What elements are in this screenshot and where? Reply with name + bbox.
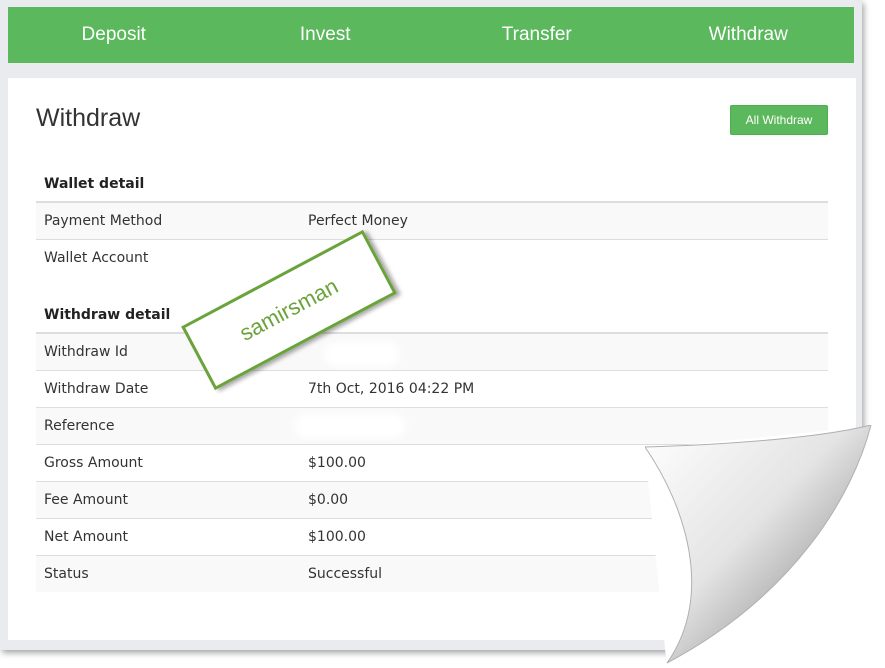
payment-method-label: Payment Method [36,201,300,240]
wallet-account-label: Wallet Account [36,239,300,276]
fee-amount-label: Fee Amount [36,481,300,519]
table-row: Fee Amount $0.00 [36,481,828,519]
table-row: Net Amount $100.00 [36,518,828,556]
withdraw-detail-table: Withdraw Id Withdraw Date 7th Oct, 2016 … [36,332,828,592]
table-row: Wallet Account [36,239,828,276]
net-amount-value: $100.00 [300,518,828,556]
wallet-detail-heading: Wallet detail [44,176,145,192]
table-row: Withdraw Id [36,332,828,371]
nav-item-invest[interactable]: Invest [220,24,432,46]
table-row: Reference [36,407,828,445]
status-label: Status [36,555,300,592]
redacted-withdraw-id [330,348,394,360]
payment-method-value: Perfect Money [300,201,828,240]
page-sheet: Deposit Invest Transfer Withdraw Withdra… [0,0,862,650]
table-row: Payment Method Perfect Money [36,201,828,240]
nav-item-deposit[interactable]: Deposit [8,24,220,46]
net-amount-label: Net Amount [36,518,300,556]
all-withdraw-button[interactable]: All Withdraw [730,105,828,135]
table-row: Gross Amount $100.00 [36,444,828,482]
nav-item-withdraw[interactable]: Withdraw [643,24,855,46]
reference-label: Reference [36,407,300,445]
nav-item-transfer[interactable]: Transfer [431,24,643,46]
fee-amount-value: $0.00 [300,481,828,519]
withdraw-date-label: Withdraw Date [36,370,300,408]
withdraw-detail-heading: Withdraw detail [44,307,171,323]
gross-amount-label: Gross Amount [36,444,300,482]
top-navbar: Deposit Invest Transfer Withdraw [8,7,854,63]
withdraw-date-value: 7th Oct, 2016 04:22 PM [300,370,828,408]
status-value: Successful [300,555,828,592]
table-row: Status Successful [36,555,828,592]
withdraw-panel: Withdraw All Withdraw Wallet detail Paym… [8,78,856,640]
gross-amount-value: $100.00 [300,444,828,482]
table-row: Withdraw Date 7th Oct, 2016 04:22 PM [36,370,828,408]
page-title: Withdraw [36,104,141,132]
wallet-detail-table: Payment Method Perfect Money Wallet Acco… [36,201,828,276]
redacted-reference [300,420,400,432]
